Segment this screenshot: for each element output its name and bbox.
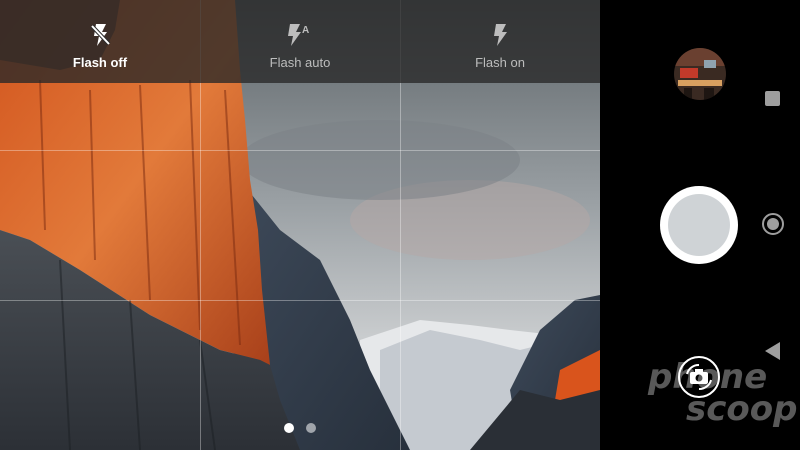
grid-line-horizontal-2 — [0, 300, 600, 301]
mode-page-indicator — [284, 423, 324, 435]
flash-mode-bar: Flash off A Flash auto Flash on — [0, 0, 600, 83]
svg-text:A: A — [302, 25, 309, 36]
flash-auto-icon: A — [200, 22, 400, 48]
home-circle-icon[interactable] — [762, 213, 784, 235]
flash-on-icon — [400, 22, 600, 48]
gallery-thumbnail[interactable] — [674, 48, 726, 100]
phonescoop-watermark: phone scoop — [648, 357, 798, 429]
flash-off-label: Flash off — [72, 55, 128, 70]
flash-off-icon — [0, 22, 200, 48]
flash-auto-label: Flash auto — [269, 55, 331, 70]
flash-off-option[interactable]: Flash off — [0, 0, 200, 83]
page-dot-active[interactable] — [284, 423, 294, 433]
camera-viewfinder[interactable]: Flash off A Flash auto Flash on — [0, 0, 600, 450]
flash-auto-option[interactable]: A Flash auto — [200, 0, 400, 83]
flash-on-label: Flash on — [475, 55, 525, 70]
page-dot-inactive[interactable] — [306, 423, 316, 433]
shutter-button[interactable] — [660, 186, 738, 264]
flash-on-option[interactable]: Flash on — [400, 0, 600, 83]
shutter-button-icon — [668, 194, 730, 256]
recents-square-icon[interactable] — [765, 91, 780, 106]
grid-line-horizontal-1 — [0, 150, 600, 151]
